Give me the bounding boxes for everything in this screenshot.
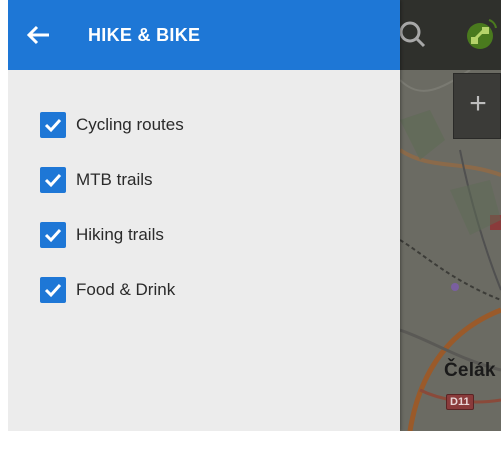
filter-item-hiking-trails[interactable]: Hiking trails — [36, 215, 376, 255]
checkmark-icon — [44, 173, 62, 188]
checkbox-checked[interactable] — [40, 112, 66, 138]
filter-label: Food & Drink — [76, 280, 176, 299]
zoom-in-button[interactable]: + — [453, 73, 501, 139]
drawer-header: HIKE & BIKE — [8, 0, 400, 70]
layers-drawer: HIKE & BIKE Cycling routes MTB trails Hi… — [8, 0, 400, 431]
filter-label: Hiking trails — [76, 225, 164, 244]
filter-item-food-drink[interactable]: Food & Drink — [36, 270, 376, 310]
satellite-gps-icon[interactable] — [456, 12, 501, 56]
back-arrow-icon[interactable] — [24, 20, 54, 50]
app-screen: Čelák D11 + HIKE & BIKE Cycling routes M… — [8, 0, 501, 431]
map-view[interactable]: Čelák D11 — [400, 0, 501, 431]
checkbox-checked[interactable] — [40, 277, 66, 303]
filter-item-mtb-trails[interactable]: MTB trails — [36, 160, 376, 200]
map-place-label: Čelák — [444, 360, 496, 381]
checkmark-icon — [44, 283, 62, 298]
road-number-badge: D11 — [446, 394, 474, 410]
filter-item-cycling-routes[interactable]: Cycling routes — [36, 105, 376, 145]
checkbox-checked[interactable] — [40, 167, 66, 193]
plus-icon: + — [469, 87, 487, 120]
search-icon[interactable] — [399, 14, 430, 54]
checkmark-icon — [44, 228, 62, 243]
checkmark-icon — [44, 118, 62, 133]
checkbox-checked[interactable] — [40, 222, 66, 248]
drawer-title: HIKE & BIKE — [88, 25, 201, 45]
filter-label: Cycling routes — [76, 115, 184, 134]
filter-label: MTB trails — [76, 170, 153, 189]
